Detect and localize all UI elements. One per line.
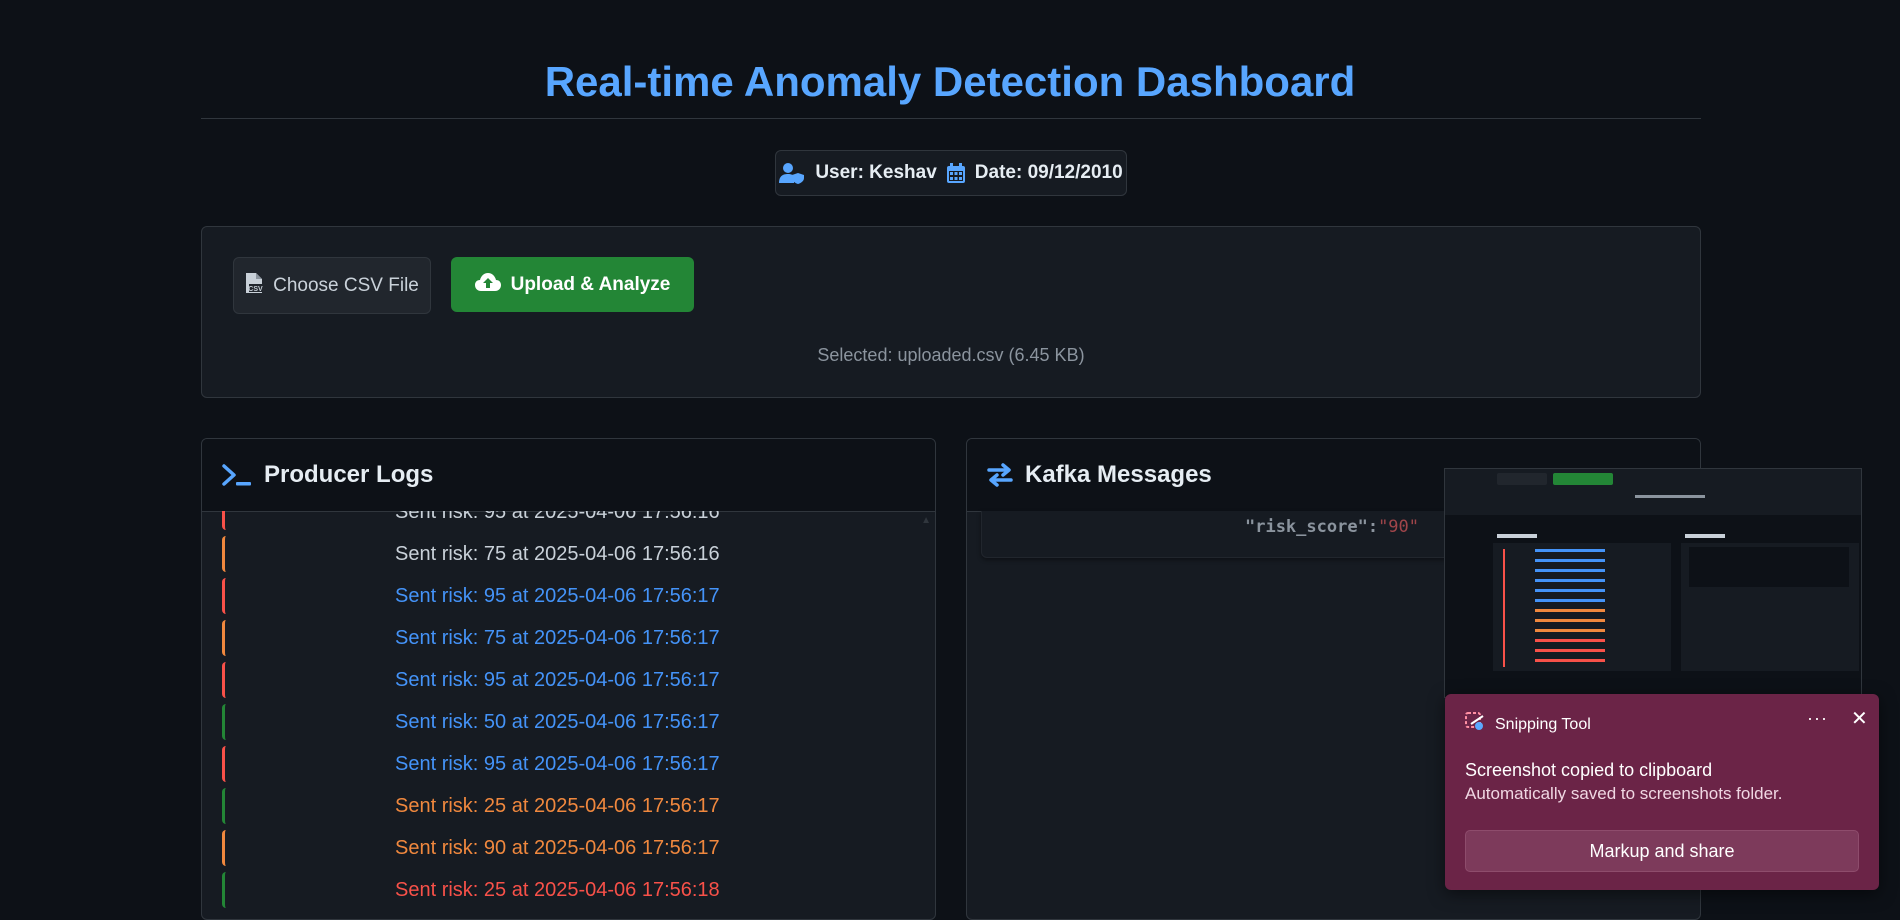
- kafka-messages-title: Kafka Messages: [1025, 461, 1212, 488]
- toast-subtitle: Automatically saved to screenshots folde…: [1465, 784, 1783, 803]
- user-info-badge: User: Keshav Date: 09/12/2010: [775, 150, 1127, 196]
- log-entry: Sent risk: 50 at 2025-04-06 17:56:17: [222, 704, 902, 740]
- upload-analyze-button[interactable]: Upload & Analyze: [451, 257, 694, 312]
- markup-and-share-button[interactable]: Markup and share: [1465, 830, 1859, 872]
- snipping-tool-notification: Snipping Tool ··· ✕ Screenshot copied to…: [1445, 694, 1879, 890]
- message-key: "risk_score": [1244, 517, 1368, 537]
- choose-csv-label: Choose CSV File: [273, 274, 419, 296]
- svg-text:CSV: CSV: [248, 286, 263, 293]
- page-title: Real-time Anomaly Detection Dashboard: [544, 58, 1356, 105]
- producer-logs-title: Producer Logs: [264, 461, 434, 488]
- log-entry: Sent risk: 75 at 2025-04-06 17:56:16: [222, 536, 902, 572]
- user-label: User: Keshav: [815, 162, 937, 183]
- toast-title: Screenshot copied to clipboard: [1465, 760, 1713, 780]
- scroll-up-arrow-icon[interactable]: ▲: [921, 515, 931, 526]
- title-divider: [201, 118, 1701, 119]
- message-value: "90": [1378, 517, 1420, 537]
- log-entry: Sent risk: 95 at 2025-04-06 17:56:17: [222, 746, 902, 782]
- snipping-tool-icon: [1465, 712, 1485, 737]
- upload-panel: CSV Choose CSV File Upload & Analyze Sel…: [201, 226, 1701, 398]
- producer-logs-header: Producer Logs: [202, 439, 935, 512]
- log-entry: Sent risk: 25 at 2025-04-06 17:56:17: [222, 788, 902, 824]
- cloud-upload-icon: [474, 272, 501, 298]
- log-entry: Sent risk: 95 at 2025-04-06 17:56:17: [222, 662, 902, 698]
- user-shield-icon: [779, 162, 805, 184]
- choose-csv-button[interactable]: CSV Choose CSV File: [233, 257, 431, 314]
- exchange-arrows-icon: [987, 463, 1013, 487]
- close-notification-button[interactable]: ✕: [1851, 706, 1868, 731]
- selected-file-text: Selected: uploaded.csv (6.45 KB): [817, 345, 1085, 365]
- producer-logs-panel: Producer Logs ▲ Sent risk: 95 at 2025-04…: [201, 438, 936, 920]
- log-entry: Sent risk: 25 at 2025-04-06 17:56:18: [222, 872, 902, 908]
- toast-app-name: Snipping Tool: [1495, 715, 1591, 733]
- log-entry: Sent risk: 75 at 2025-04-06 17:56:17: [222, 620, 902, 656]
- calendar-icon: [946, 163, 965, 183]
- date-label: Date: 09/12/2010: [974, 162, 1123, 183]
- log-entry: Sent risk: 95 at 2025-04-06 17:56:16: [222, 511, 902, 530]
- more-options-button[interactable]: ···: [1807, 708, 1828, 729]
- toast-app-header: Snipping Tool: [1465, 712, 1591, 737]
- message-separator: :: [1367, 517, 1379, 537]
- screenshot-thumbnail[interactable]: [1444, 468, 1862, 698]
- log-entry: Sent risk: 95 at 2025-04-06 17:56:17: [222, 578, 902, 614]
- csv-file-icon: CSV: [245, 272, 263, 300]
- upload-analyze-label: Upload & Analyze: [510, 273, 671, 295]
- producer-log-list[interactable]: ▲ Sent risk: 95 at 2025-04-06 17:56:16 Se…: [202, 511, 935, 919]
- terminal-icon: [222, 463, 252, 487]
- log-entry: Sent risk: 90 at 2025-04-06 17:56:17: [222, 830, 902, 866]
